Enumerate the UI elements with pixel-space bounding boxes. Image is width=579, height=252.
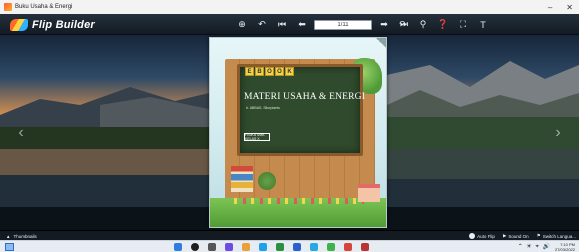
- speaker-icon: ▶: [502, 233, 507, 238]
- minimize-icon[interactable]: –: [548, 3, 552, 12]
- chat-icon[interactable]: [225, 243, 233, 251]
- window-controls: – ✕: [548, 0, 573, 14]
- switch-language-label: Switch Langua...: [542, 233, 576, 239]
- switch-language-button[interactable]: ⚑ Switch Langua...: [537, 233, 576, 239]
- page-number-input[interactable]: [314, 19, 372, 30]
- plant-illustration: [258, 172, 276, 190]
- close-icon[interactable]: ✕: [566, 3, 573, 12]
- telegram-icon[interactable]: [310, 243, 318, 251]
- scene-prev-arrow-icon[interactable]: ‹: [14, 121, 28, 145]
- book-title: MATERI USAHA & ENERGI: [244, 92, 366, 102]
- book-page[interactable]: E B O O K MATERI USAHA & ENERGI Ir. ABBA…: [209, 37, 387, 228]
- clock[interactable]: 7:10 PM 27/03/2022: [555, 242, 575, 252]
- back-icon[interactable]: ↶: [252, 17, 272, 32]
- task-view-icon[interactable]: [208, 243, 216, 251]
- left-tree-line: [0, 127, 209, 149]
- text-icon[interactable]: T: [473, 17, 493, 32]
- chalkboard: [237, 64, 363, 156]
- system-tray: ⌃ ☀ ⌖ 🔊 7:10 PM 27/03/2022: [518, 241, 575, 252]
- window-title: Buku Usaha & Energi: [15, 4, 73, 10]
- start-icon[interactable]: [174, 243, 182, 251]
- flowers-illustration: [234, 198, 364, 204]
- search-taskbar-icon[interactable]: [191, 243, 199, 251]
- tile: O: [275, 67, 284, 76]
- word-icon[interactable]: [293, 243, 301, 251]
- auto-flip-button[interactable]: Auto Flip: [469, 233, 495, 239]
- first-page-icon[interactable]: ⏮: [272, 17, 292, 32]
- share-icon[interactable]: ↷: [393, 17, 413, 32]
- file-explorer-icon[interactable]: [242, 243, 250, 251]
- help-icon[interactable]: ❓: [433, 17, 453, 32]
- class-label: FISIKA SMA KELAS X: [244, 133, 270, 141]
- tile: K: [285, 67, 294, 76]
- clock-date: 27/03/2022: [554, 247, 575, 252]
- sound-button[interactable]: ▶ Sound On: [503, 233, 529, 239]
- brand-name: Flip Builder: [32, 18, 95, 31]
- tile: B: [255, 67, 264, 76]
- search-icon[interactable]: ⚲: [413, 17, 433, 32]
- store-icon[interactable]: [276, 243, 284, 251]
- thumbnails-label: Thumbnails: [13, 233, 37, 239]
- reader-bottom-bar: ▲ Thumbnails Auto Flip ▶ Sound On ⚑ Swit…: [0, 230, 579, 240]
- media-app-icon[interactable]: [361, 243, 369, 251]
- fullscreen-icon[interactable]: ⛶: [453, 17, 473, 32]
- tile: O: [265, 67, 274, 76]
- books-stack-illustration: [231, 166, 253, 192]
- lake-reflection-right: [387, 149, 579, 179]
- window-titlebar: Buku Usaha & Energi – ✕: [0, 0, 579, 14]
- lake-reflection: [0, 149, 209, 175]
- page-corner-fold[interactable]: [376, 38, 386, 48]
- ebook-tiles: E B O O K: [245, 67, 294, 76]
- flipbook-app-icon[interactable]: [344, 243, 352, 251]
- desktop-icon[interactable]: [5, 243, 14, 251]
- edge-icon[interactable]: [259, 243, 267, 251]
- zoom-in-icon[interactable]: ⊕: [232, 17, 252, 32]
- tray-icons[interactable]: ⌃ ☀ ⌖ 🔊: [518, 243, 551, 251]
- taskbar-apps: [174, 242, 369, 252]
- chrome-icon[interactable]: [327, 243, 335, 251]
- auto-flip-icon: [469, 233, 476, 239]
- tool-controls: ↷ ⚲ ❓ ⛶ T: [393, 17, 493, 32]
- house-illustration: [358, 184, 380, 202]
- tile: E: [245, 67, 254, 76]
- navigation-controls: ⊕ ↶ ⏮ ⬅ ➡ ⏭: [232, 17, 414, 32]
- previous-page-icon[interactable]: ⬅: [292, 17, 312, 32]
- reader-toolbar: Flip Builder ⊕ ↶ ⏮ ⬅ ➡ ⏭ ↷ ⚲ ❓ ⛶ T: [0, 14, 579, 35]
- sound-label: Sound On: [508, 233, 529, 239]
- windows-taskbar: ⌃ ☀ ⌖ 🔊 7:10 PM 27/03/2022: [0, 240, 579, 252]
- flipbuilder-logo-icon: [10, 18, 28, 31]
- brand-logo: Flip Builder: [10, 17, 95, 32]
- thumbnails-icon: ▲: [6, 233, 11, 239]
- book-author: Ir. ABBAS. Sitorplants: [246, 106, 280, 110]
- app-icon: [4, 3, 12, 11]
- flag-icon: ⚑: [536, 233, 541, 238]
- next-page-icon[interactable]: ➡: [374, 17, 394, 32]
- auto-flip-label: Auto Flip: [477, 233, 495, 239]
- scene-next-arrow-icon[interactable]: ›: [551, 121, 565, 145]
